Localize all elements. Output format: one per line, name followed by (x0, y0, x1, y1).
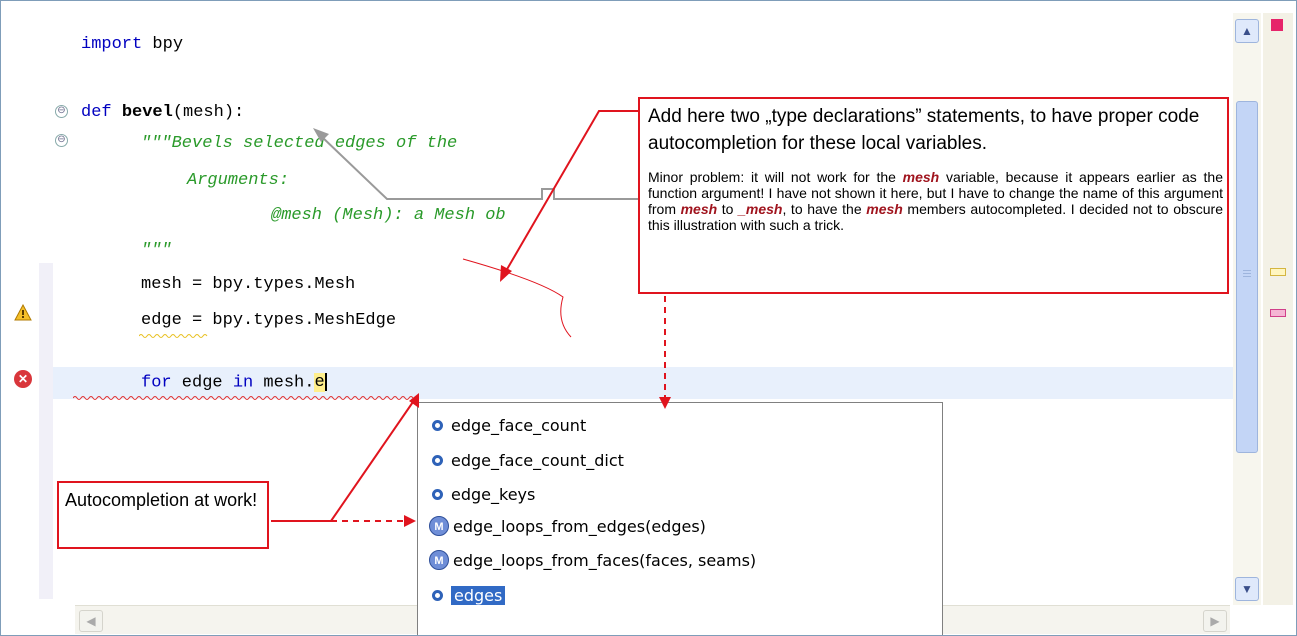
editor-window: ⊖ ⊖ ✕ import bpy def bevel(mesh): """Bev… (0, 0, 1297, 636)
annotation-autocompletion: Autocompletion at work! (57, 481, 269, 549)
annotation-emphasis: mesh (902, 169, 940, 185)
annotation-text: Minor problem: it will not work for the (648, 169, 903, 185)
annotation-body: Minor problem: it will not work for the … (648, 169, 1223, 233)
annotation-emphasis: mesh (866, 201, 903, 217)
annotation-text: to (717, 201, 739, 217)
annotation-text: , to have the (782, 201, 867, 217)
annotation-emphasis: _mesh (738, 201, 783, 217)
annotation-type-declarations: Add here two „type declarations” stateme… (638, 97, 1229, 294)
annotation-text: Autocompletion at work! (65, 490, 258, 510)
annotation-title: Add here two „type declarations” stateme… (648, 106, 1200, 154)
annotation-emphasis: mesh (680, 201, 718, 217)
